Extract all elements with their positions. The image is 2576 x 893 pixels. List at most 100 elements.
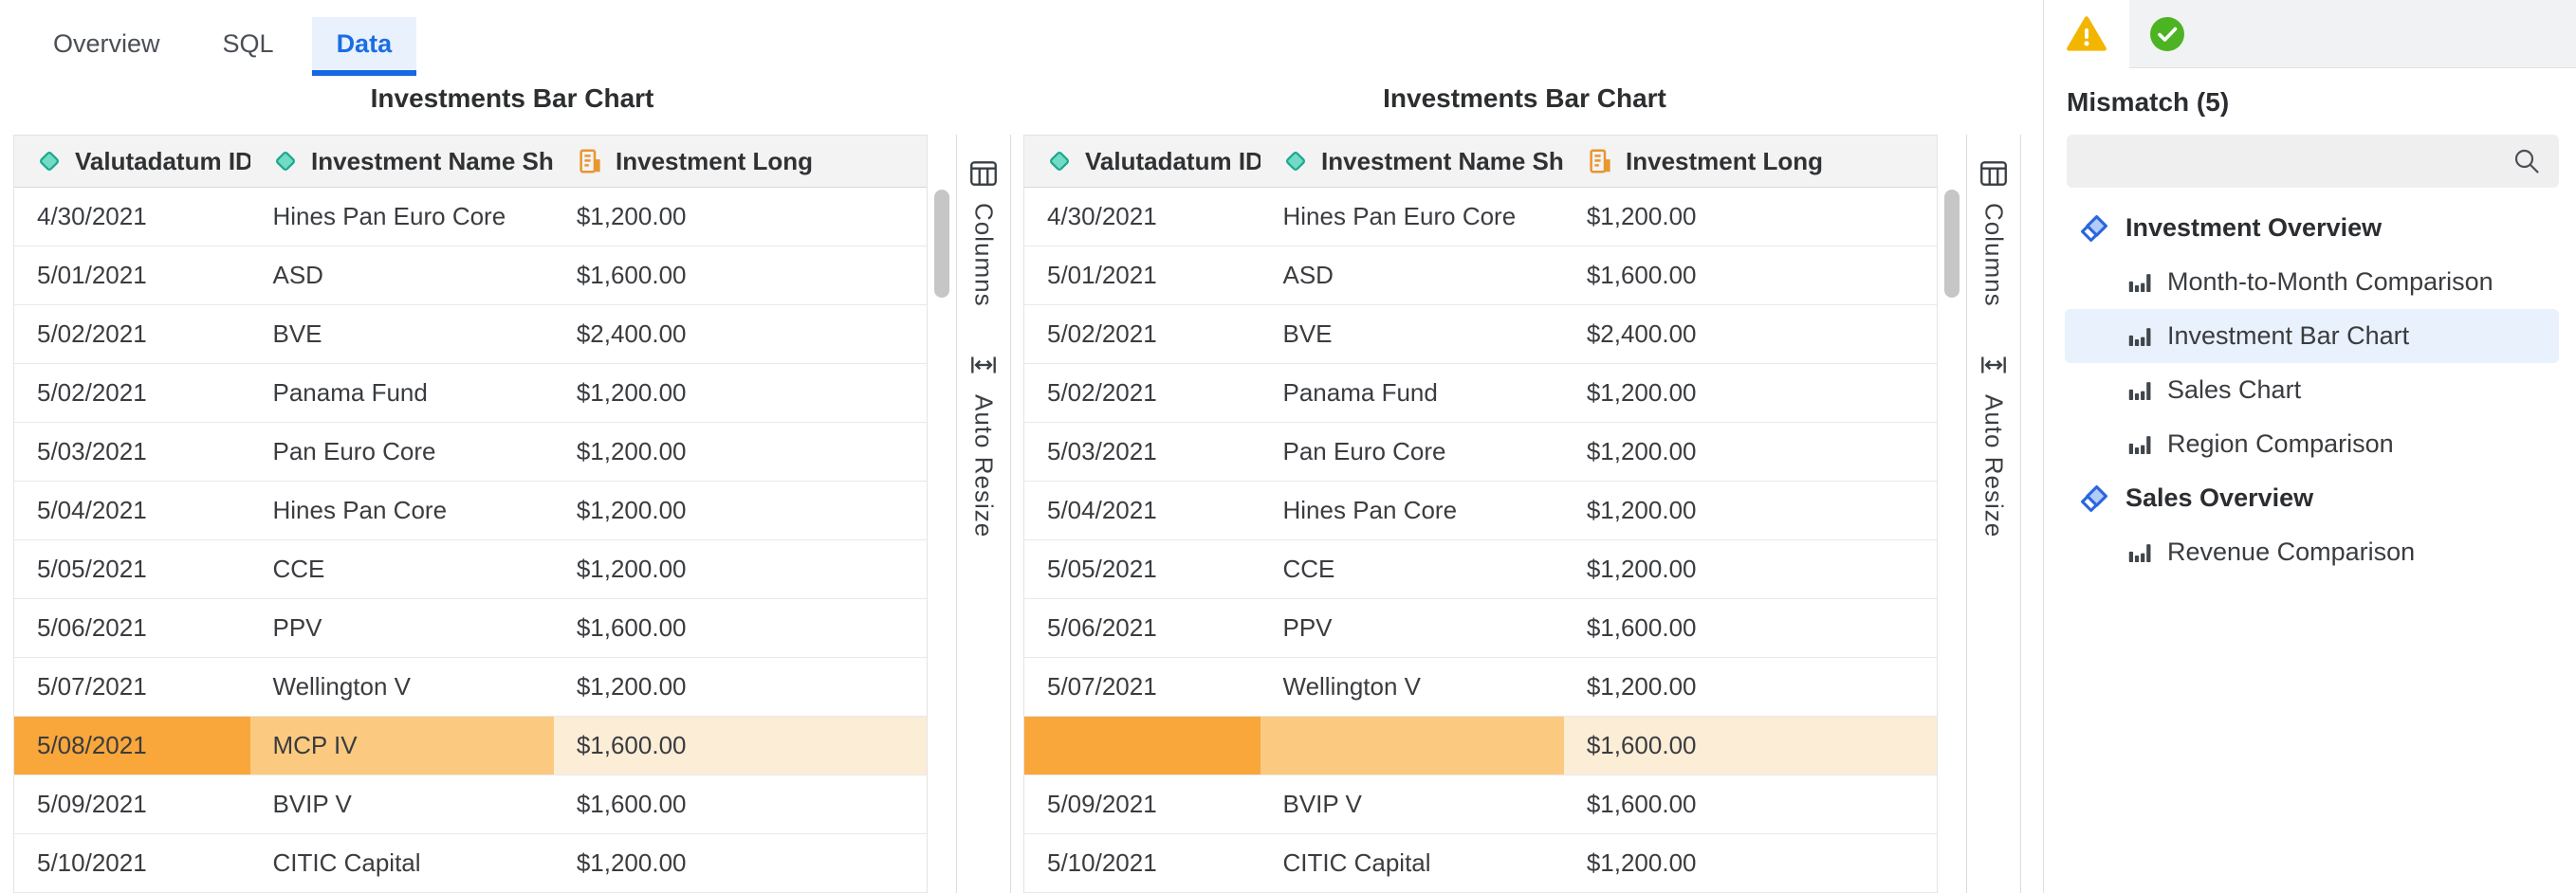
table-cell[interactable]: PPV bbox=[1260, 599, 1564, 657]
tree-item-sales-chart[interactable]: Sales Chart bbox=[2065, 363, 2559, 417]
table-cell[interactable]: $1,200.00 bbox=[554, 482, 927, 539]
table-cell[interactable]: Hines Pan Euro Core bbox=[1260, 188, 1564, 246]
vertical-scrollbar-thumb[interactable] bbox=[934, 190, 949, 298]
table-cell[interactable]: $1,600.00 bbox=[554, 246, 927, 304]
table-cell[interactable]: 5/02/2021 bbox=[14, 305, 250, 363]
tree-item-investment-bar-chart[interactable]: Investment Bar Chart bbox=[2065, 309, 2559, 363]
table-cell[interactable]: $1,200.00 bbox=[554, 423, 927, 481]
table-cell[interactable]: $1,600.00 bbox=[1564, 246, 1937, 304]
table-cell[interactable]: $1,200.00 bbox=[1564, 482, 1937, 539]
table-row[interactable]: 5/05/2021CCE$1,200.00 bbox=[1024, 540, 1937, 599]
table-cell[interactable]: CCE bbox=[250, 540, 554, 598]
table-row[interactable]: 5/07/2021Wellington V$1,200.00 bbox=[1024, 658, 1937, 717]
vertical-scrollbar-thumb[interactable] bbox=[1944, 190, 1960, 298]
table-cell[interactable]: 5/03/2021 bbox=[1024, 423, 1260, 481]
table-cell[interactable]: 5/02/2021 bbox=[14, 364, 250, 422]
column-header-valutadatum-id[interactable]: Valutadatum ID bbox=[14, 136, 250, 187]
table-cell[interactable]: $1,200.00 bbox=[554, 188, 927, 246]
table-row[interactable]: 5/02/2021BVE$2,400.00 bbox=[1024, 305, 1937, 364]
table-cell[interactable]: PPV bbox=[250, 599, 554, 657]
table-cell[interactable]: 5/09/2021 bbox=[1024, 775, 1260, 833]
table-cell[interactable] bbox=[1260, 717, 1564, 775]
table-cell[interactable]: $1,200.00 bbox=[1564, 423, 1937, 481]
table-row[interactable]: 5/09/2021BVIP V$1,600.00 bbox=[1024, 775, 1937, 834]
tab-sql[interactable]: SQL bbox=[198, 17, 299, 76]
table-cell[interactable]: 5/04/2021 bbox=[1024, 482, 1260, 539]
table-cell[interactable]: $1,200.00 bbox=[1564, 364, 1937, 422]
search-box[interactable] bbox=[2067, 135, 2559, 188]
table-row[interactable]: 4/30/2021Hines Pan Euro Core$1,200.00 bbox=[14, 188, 927, 246]
table-cell[interactable]: 5/01/2021 bbox=[1024, 246, 1260, 304]
table-cell[interactable]: Wellington V bbox=[250, 658, 554, 716]
tree-group-investment-overview[interactable]: Investment Overview bbox=[2065, 201, 2559, 255]
table-cell[interactable] bbox=[1024, 717, 1260, 775]
table-cell[interactable]: 5/03/2021 bbox=[14, 423, 250, 481]
table-cell[interactable]: $1,600.00 bbox=[1564, 599, 1937, 657]
tree-group-sales-overview[interactable]: Sales Overview bbox=[2065, 471, 2559, 525]
table-cell[interactable]: Wellington V bbox=[1260, 658, 1564, 716]
side-panel-auto-resize-button[interactable]: Auto Resize bbox=[967, 349, 1000, 538]
table-row[interactable]: 5/02/2021BVE$2,400.00 bbox=[14, 305, 927, 364]
table-cell[interactable]: Panama Fund bbox=[1260, 364, 1564, 422]
table-cell[interactable]: Hines Pan Euro Core bbox=[250, 188, 554, 246]
table-cell[interactable]: 5/10/2021 bbox=[14, 834, 250, 892]
table-cell[interactable]: $1,200.00 bbox=[1564, 540, 1937, 598]
table-cell[interactable]: $1,200.00 bbox=[1564, 188, 1937, 246]
table-row[interactable]: 5/06/2021PPV$1,600.00 bbox=[14, 599, 927, 658]
tab-data[interactable]: Data bbox=[312, 17, 417, 76]
table-cell[interactable]: ASD bbox=[250, 246, 554, 304]
table-cell[interactable]: BVIP V bbox=[250, 775, 554, 833]
table-row[interactable]: 5/03/2021Pan Euro Core$1,200.00 bbox=[1024, 423, 1937, 482]
table-row[interactable]: 5/10/2021CITIC Capital$1,200.00 bbox=[1024, 834, 1937, 893]
table-cell[interactable]: Hines Pan Core bbox=[250, 482, 554, 539]
table-row[interactable]: 5/05/2021CCE$1,200.00 bbox=[14, 540, 927, 599]
table-cell[interactable]: Panama Fund bbox=[250, 364, 554, 422]
table-row[interactable]: 5/04/2021Hines Pan Core$1,200.00 bbox=[1024, 482, 1937, 540]
tree-item-month-to-month-comparison[interactable]: Month-to-Month Comparison bbox=[2065, 255, 2559, 309]
table-row[interactable]: 5/06/2021PPV$1,600.00 bbox=[1024, 599, 1937, 658]
table-cell[interactable]: 5/09/2021 bbox=[14, 775, 250, 833]
table-cell[interactable]: Pan Euro Core bbox=[1260, 423, 1564, 481]
table-cell[interactable]: 5/07/2021 bbox=[14, 658, 250, 716]
table-cell[interactable]: ASD bbox=[1260, 246, 1564, 304]
mismatch-tab[interactable] bbox=[2044, 0, 2129, 68]
column-header-investment-long[interactable]: Investment Long bbox=[1565, 136, 1937, 187]
table-cell[interactable]: $1,600.00 bbox=[554, 775, 927, 833]
table-cell[interactable]: $1,600.00 bbox=[1564, 717, 1937, 775]
table-cell[interactable]: 5/05/2021 bbox=[1024, 540, 1260, 598]
match-tab[interactable] bbox=[2148, 15, 2186, 53]
table-cell[interactable]: $2,400.00 bbox=[1564, 305, 1937, 363]
table-cell[interactable]: $1,200.00 bbox=[554, 540, 927, 598]
table-cell[interactable]: 4/30/2021 bbox=[14, 188, 250, 246]
column-header-valutadatum-id[interactable]: Valutadatum ID bbox=[1024, 136, 1260, 187]
table-cell[interactable]: 5/04/2021 bbox=[14, 482, 250, 539]
table-cell[interactable]: 5/06/2021 bbox=[14, 599, 250, 657]
table-row[interactable]: 5/10/2021CITIC Capital$1,200.00 bbox=[14, 834, 927, 893]
table-cell[interactable]: $1,200.00 bbox=[1564, 658, 1937, 716]
table-cell[interactable]: 5/06/2021 bbox=[1024, 599, 1260, 657]
table-row[interactable]: 5/01/2021ASD$1,600.00 bbox=[1024, 246, 1937, 305]
table-row[interactable]: 4/30/2021Hines Pan Euro Core$1,200.00 bbox=[1024, 188, 1937, 246]
search-input[interactable] bbox=[2084, 146, 2512, 177]
table-cell[interactable]: $1,200.00 bbox=[1564, 834, 1937, 892]
table-cell[interactable]: $1,200.00 bbox=[554, 658, 927, 716]
table-cell[interactable]: $1,200.00 bbox=[554, 364, 927, 422]
table-row[interactable]: 5/08/2021MCP IV$1,600.00 bbox=[14, 717, 927, 775]
table-row[interactable]: 5/03/2021Pan Euro Core$1,200.00 bbox=[14, 423, 927, 482]
table-row[interactable]: 5/09/2021BVIP V$1,600.00 bbox=[14, 775, 927, 834]
table-row[interactable]: $1,600.00 bbox=[1024, 717, 1937, 775]
vertical-scrollbar[interactable] bbox=[928, 135, 956, 893]
table-cell[interactable]: 5/07/2021 bbox=[1024, 658, 1260, 716]
table-cell[interactable]: $2,400.00 bbox=[554, 305, 927, 363]
side-panel-auto-resize-button[interactable]: Auto Resize bbox=[1978, 349, 2010, 538]
table-cell[interactable]: 5/01/2021 bbox=[14, 246, 250, 304]
table-row[interactable]: 5/01/2021ASD$1,600.00 bbox=[14, 246, 927, 305]
table-cell[interactable]: 5/02/2021 bbox=[1024, 305, 1260, 363]
table-cell[interactable]: CITIC Capital bbox=[1260, 834, 1564, 892]
table-cell[interactable]: 4/30/2021 bbox=[1024, 188, 1260, 246]
table-cell[interactable]: 5/02/2021 bbox=[1024, 364, 1260, 422]
table-cell[interactable]: $1,600.00 bbox=[554, 717, 927, 775]
table-row[interactable]: 5/02/2021Panama Fund$1,200.00 bbox=[1024, 364, 1937, 423]
table-cell[interactable]: BVE bbox=[250, 305, 554, 363]
table-row[interactable]: 5/04/2021Hines Pan Core$1,200.00 bbox=[14, 482, 927, 540]
